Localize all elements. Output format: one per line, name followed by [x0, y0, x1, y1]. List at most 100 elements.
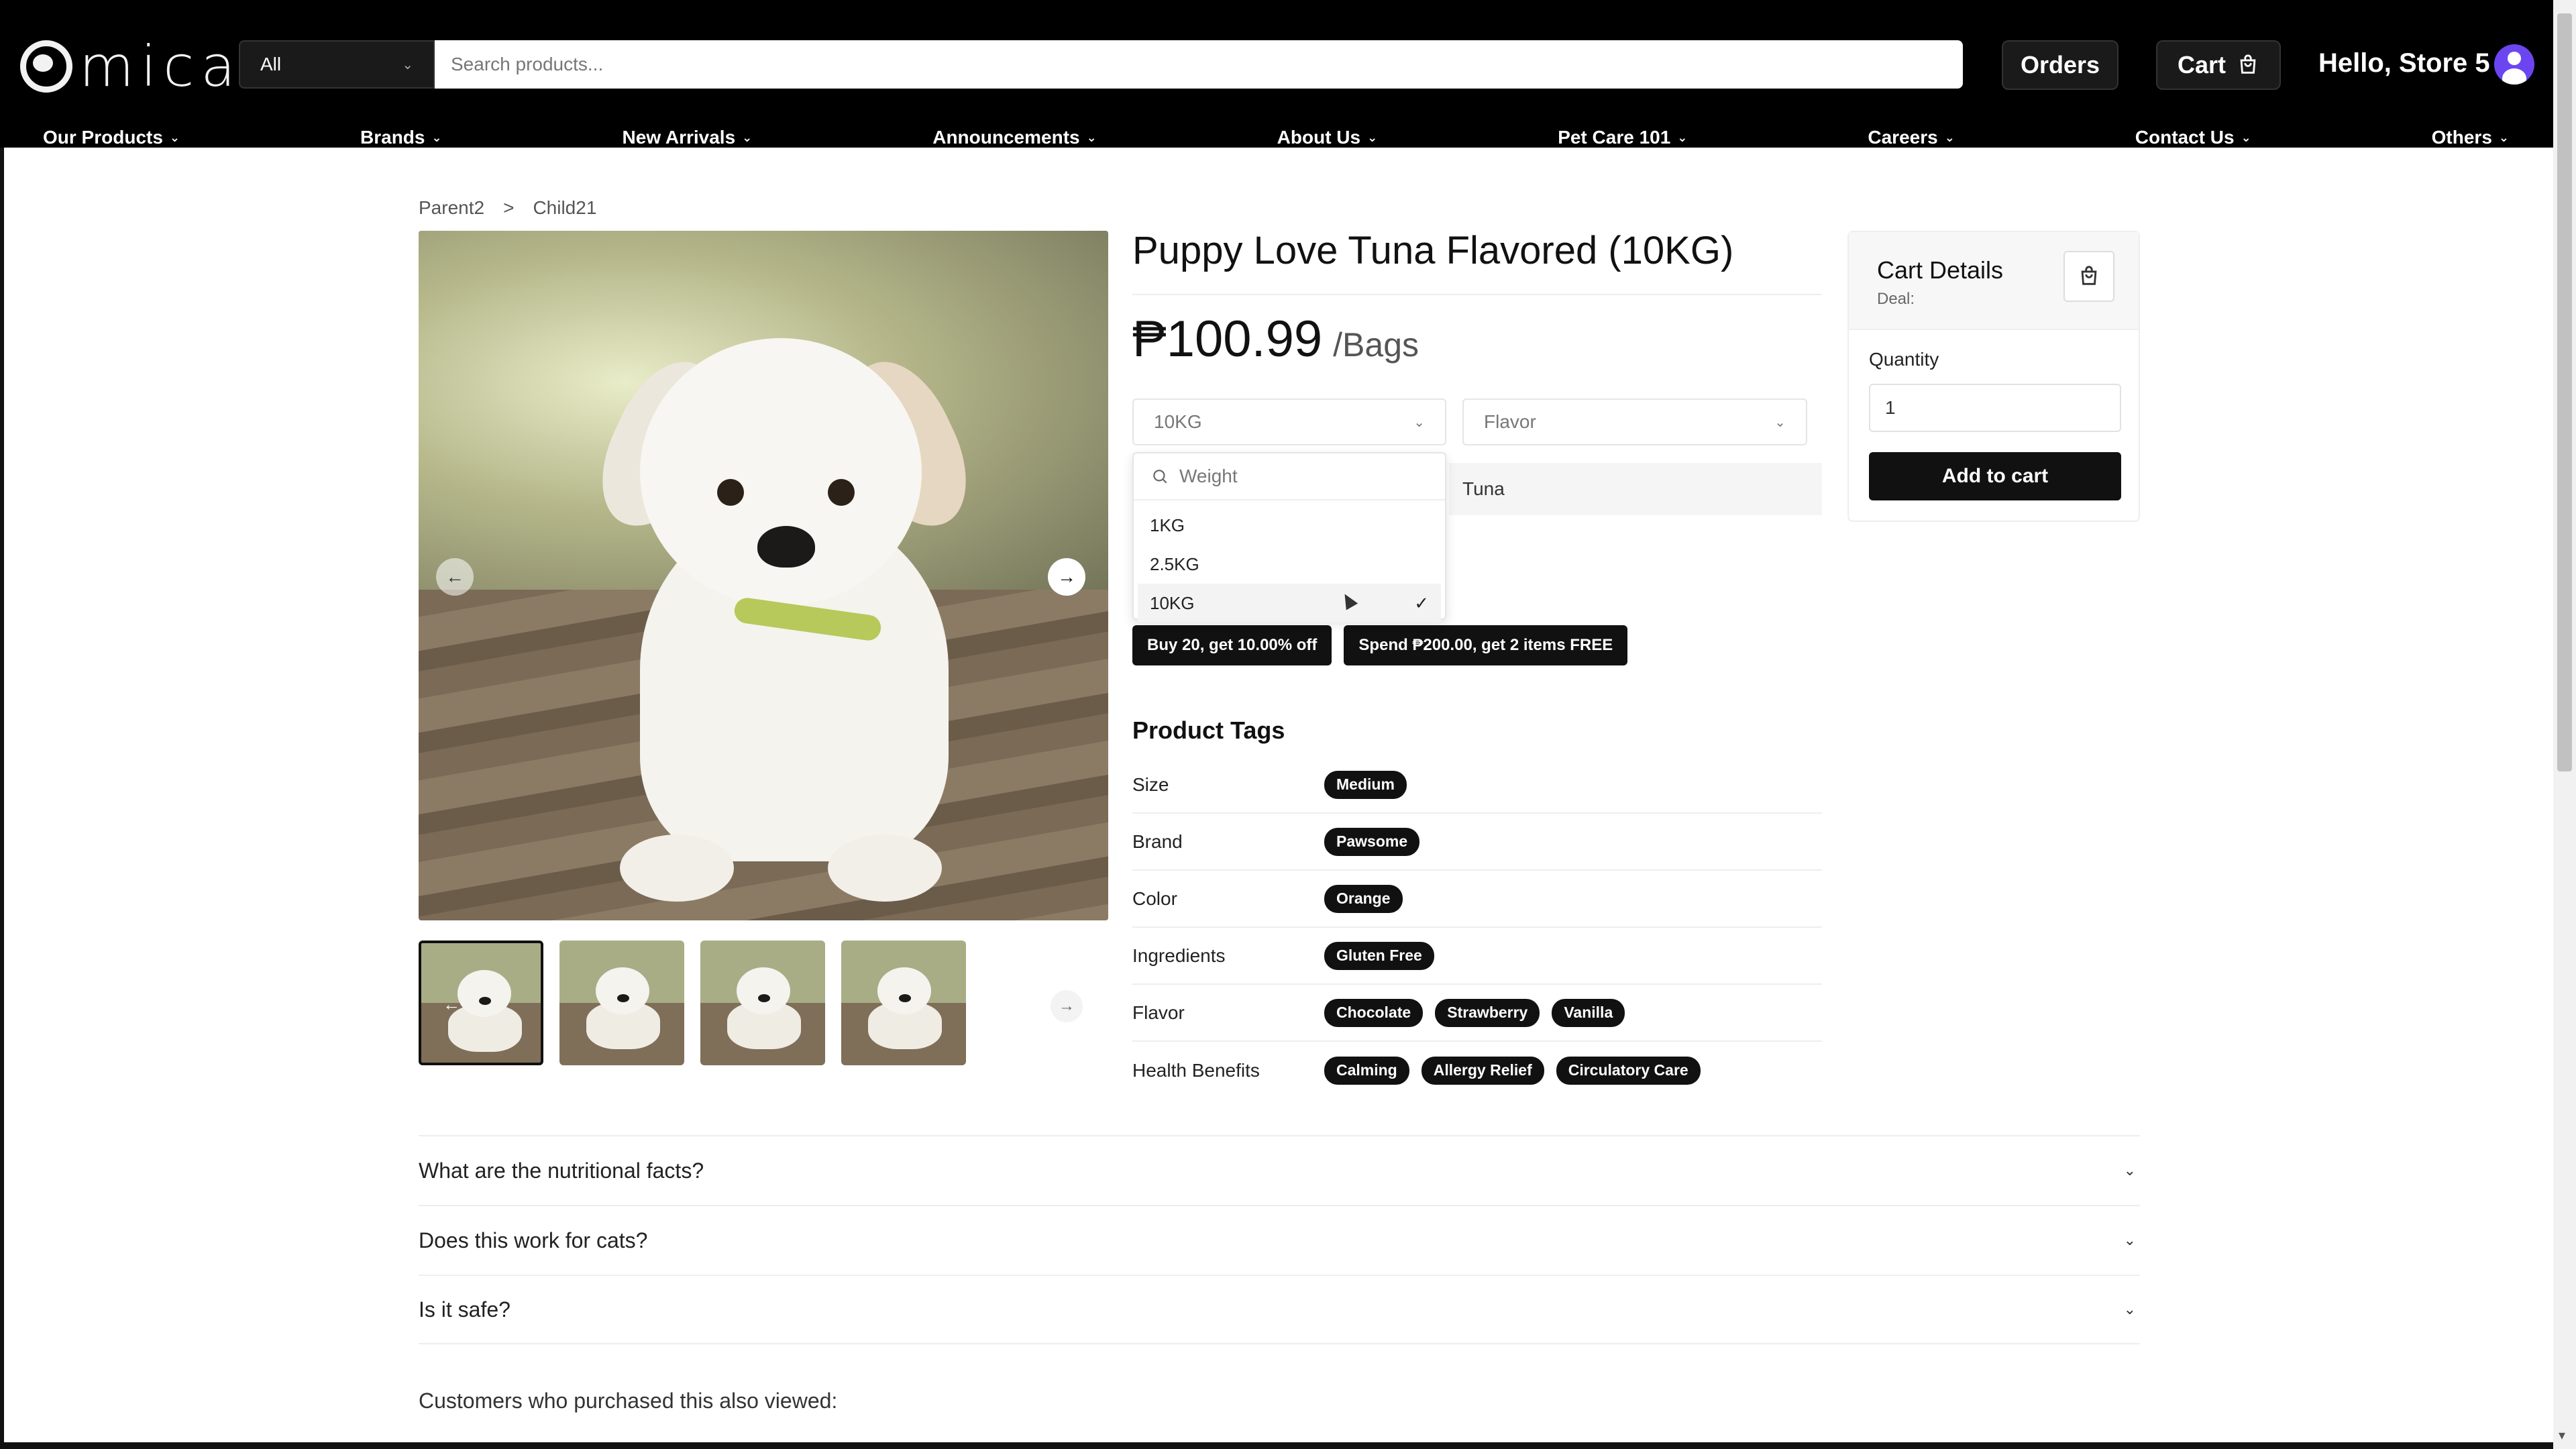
option-label: 1KG: [1150, 515, 1185, 535]
chevron-down-icon: ⌄: [1413, 415, 1425, 430]
nav-item-announcements[interactable]: Announcements ⌄: [932, 127, 1096, 148]
cart-label: Cart: [2177, 51, 2226, 78]
tag-chip[interactable]: Calming: [1324, 1056, 1409, 1085]
thumbnail[interactable]: [559, 941, 684, 1065]
shopping-bag-icon: [2240, 54, 2256, 74]
nav-label: Brands: [360, 127, 425, 148]
weight-option[interactable]: 2.5KG: [1134, 545, 1445, 584]
tag-name: Brand: [1132, 830, 1183, 852]
also-viewed-heading: Customers who purchased this also viewed…: [419, 1389, 838, 1413]
arrow-right-icon[interactable]: →: [1051, 990, 1083, 1022]
tag-row: Ingredients Gluten Free: [1132, 928, 1822, 985]
chevron-down-icon: ⌄: [1367, 130, 1378, 144]
search-input[interactable]: [435, 40, 1963, 89]
price-value: ₱100.99: [1132, 311, 1323, 368]
nav-item-our-products[interactable]: Our Products ⌄: [43, 127, 180, 148]
chevron-right-icon: >: [503, 197, 515, 218]
nav-item-new-arrivals[interactable]: New Arrivals ⌄: [623, 127, 753, 148]
deal-badge: Buy 20, get 10.00% off: [1132, 625, 1332, 665]
add-to-cart-button[interactable]: Add to cart: [1869, 452, 2121, 500]
breadcrumb-parent[interactable]: Parent2: [419, 197, 484, 219]
chevron-down-icon: ⌄: [1944, 130, 1955, 144]
cart-details-header: Cart Details Deal:: [1849, 232, 2139, 330]
weight-search-field[interactable]: Weight: [1134, 453, 1445, 500]
logo-text: mica: [79, 34, 242, 99]
nav-label: About Us: [1277, 127, 1361, 148]
tag-name: Health Benefits: [1132, 1059, 1260, 1081]
orders-button[interactable]: Orders: [2002, 40, 2118, 90]
tag-row: Brand Pawsome: [1132, 814, 1822, 871]
tag-chip[interactable]: Chocolate: [1324, 998, 1424, 1027]
chevron-down-icon: ⌄: [1086, 130, 1097, 144]
tag-name: Ingredients: [1132, 945, 1226, 966]
faq-item[interactable]: Does this work for cats? ⌄: [419, 1205, 2140, 1275]
chevron-down-icon: ⌄: [2123, 1162, 2136, 1179]
chevron-down-icon: ⌄: [742, 130, 753, 144]
nav-label: Our Products: [43, 127, 163, 148]
logo-mark-icon: [20, 40, 72, 93]
weight-select[interactable]: 10KG ⌄: [1132, 398, 1446, 445]
tag-chip[interactable]: Allergy Relief: [1421, 1056, 1544, 1085]
breadcrumb: Parent2 > Child21: [419, 197, 596, 219]
weight-search-placeholder: Weight: [1179, 466, 1238, 486]
thumbnail-strip: [419, 941, 966, 1065]
arrow-left-icon[interactable]: ←: [443, 994, 460, 1015]
top-header: mica All ⌄ Orders Cart Hello, Store 5 Ou…: [0, 0, 2576, 148]
tag-row: Flavor Chocolate Strawberry Vanilla: [1132, 985, 1822, 1042]
arrow-right-icon[interactable]: →: [1048, 558, 1085, 596]
tag-name: Color: [1132, 888, 1177, 909]
nav-item-pet-care-101[interactable]: Pet Care 101 ⌄: [1558, 127, 1687, 148]
tag-chip[interactable]: Orange: [1324, 884, 1403, 913]
tag-chip[interactable]: Vanilla: [1552, 998, 1625, 1027]
price-unit: /Bags: [1333, 326, 1419, 364]
chevron-down-icon: ⌄: [402, 57, 413, 72]
nav-item-contact-us[interactable]: Contact Us ⌄: [2135, 127, 2251, 148]
nav-label: Pet Care 101: [1558, 127, 1671, 148]
thumbnail[interactable]: [700, 941, 825, 1065]
weight-option[interactable]: 1KG: [1134, 506, 1445, 545]
category-select-value: All: [260, 54, 282, 74]
quantity-input[interactable]: [1869, 384, 2121, 432]
scrollbar-thumb[interactable]: [2557, 13, 2572, 771]
cart-button[interactable]: Cart: [2156, 40, 2281, 90]
tag-chip[interactable]: Gluten Free: [1324, 941, 1434, 970]
tag-chip[interactable]: Circulatory Care: [1556, 1056, 1701, 1085]
flavor-select[interactable]: Flavor ⌄: [1462, 398, 1807, 445]
nav-item-careers[interactable]: Careers ⌄: [1868, 127, 1954, 148]
weight-dropdown: Weight 1KG 2.5KG 10KG ✓: [1132, 452, 1446, 623]
nav-item-brands[interactable]: Brands ⌄: [360, 127, 442, 148]
logo[interactable]: mica: [20, 34, 242, 99]
search-icon: [1153, 470, 1167, 484]
tag-row: Color Orange: [1132, 871, 1822, 928]
option-label: 2.5KG: [1150, 553, 1199, 574]
product-main-image: ← →: [419, 231, 1108, 920]
faq-item[interactable]: What are the nutritional facts? ⌄: [419, 1135, 2140, 1205]
faq-question: Does this work for cats?: [419, 1228, 648, 1252]
flavor-value-label: Tuna: [1462, 478, 1505, 499]
thumbnail[interactable]: [419, 941, 543, 1065]
weight-option-selected[interactable]: 10KG ✓: [1138, 584, 1441, 623]
avatar[interactable]: [2494, 44, 2534, 85]
shopping-bag-icon[interactable]: [2063, 251, 2114, 302]
tag-chip[interactable]: Pawsome: [1324, 827, 1420, 856]
weight-select-value: 10KG: [1154, 411, 1202, 432]
faq-list: What are the nutritional facts? ⌄ Does t…: [419, 1135, 2140, 1344]
nav-item-others[interactable]: Others ⌄: [2432, 127, 2509, 148]
faq-item[interactable]: Is it safe? ⌄: [419, 1275, 2140, 1344]
thumbnail[interactable]: [841, 941, 966, 1065]
nav-item-about-us[interactable]: About Us ⌄: [1277, 127, 1378, 148]
tag-chip[interactable]: Strawberry: [1435, 998, 1540, 1027]
flavor-select-placeholder: Flavor: [1484, 411, 1536, 432]
user-greeting[interactable]: Hello, Store 5: [2318, 48, 2490, 78]
product-title: Puppy Love Tuna Flavored (10KG): [1132, 229, 1734, 272]
chevron-down-icon: ⌄: [1774, 415, 1786, 430]
breadcrumb-child[interactable]: Child21: [533, 197, 596, 219]
scrollbar[interactable]: ▾: [2553, 0, 2576, 1449]
scroll-down-arrow-icon[interactable]: ▾: [2559, 1427, 2565, 1444]
orders-label: Orders: [2020, 51, 2100, 78]
tag-name: Flavor: [1132, 1002, 1185, 1023]
arrow-left-icon[interactable]: ←: [436, 558, 474, 596]
tag-chip[interactable]: Medium: [1324, 770, 1407, 799]
category-select[interactable]: All ⌄: [239, 40, 435, 89]
flavor-value[interactable]: Tuna: [1449, 463, 1822, 515]
